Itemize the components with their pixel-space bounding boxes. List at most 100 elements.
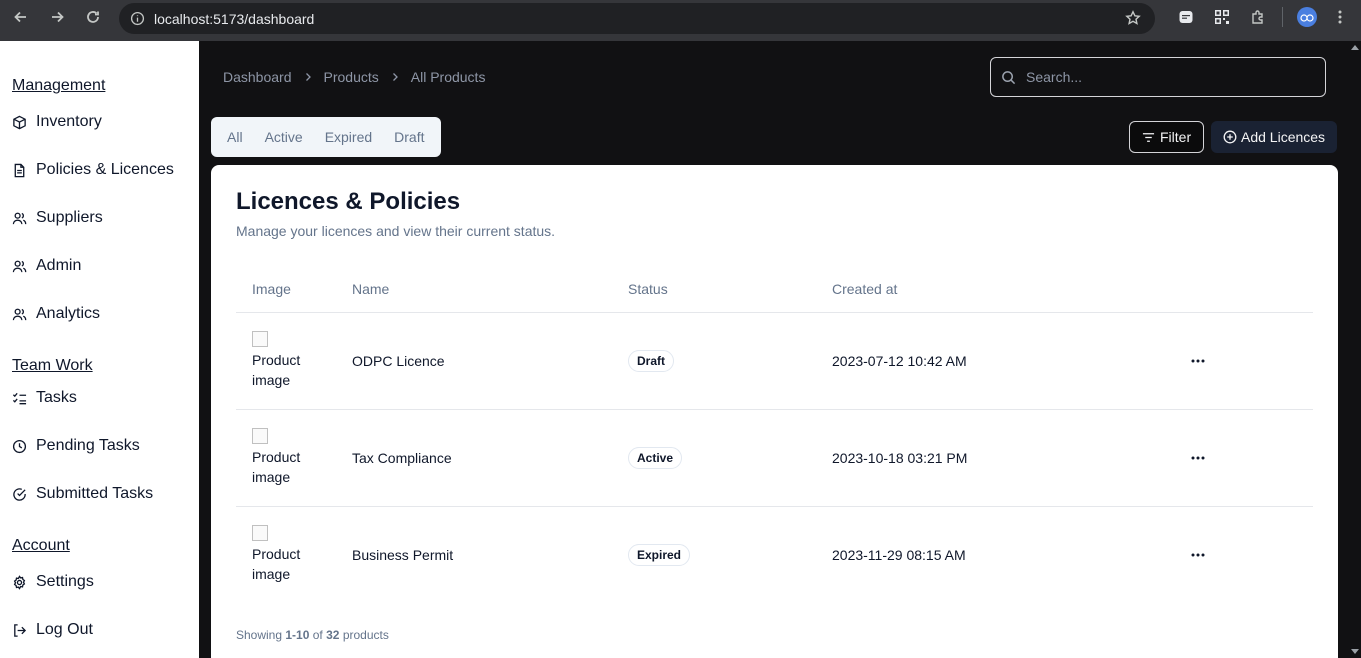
scroll-up-arrow-icon[interactable] [1351, 45, 1359, 50]
forward-icon[interactable] [39, 0, 75, 34]
row-actions-icon[interactable] [1188, 353, 1208, 369]
tab-all[interactable]: All [216, 122, 254, 152]
site-info-icon[interactable] [120, 11, 154, 26]
add-licences-label: Add Licences [1241, 129, 1326, 145]
tab-expired[interactable]: Expired [314, 122, 383, 152]
row-created-at: 2023-11-29 08:15 AM [832, 547, 966, 563]
licences-card: Licences & Policies Manage your licences… [211, 165, 1338, 658]
sidebar-item-label: Analytics [36, 305, 101, 322]
pagination-total: 32 [326, 628, 340, 642]
tab-draft[interactable]: Draft [383, 122, 435, 152]
breadcrumb-dashboard[interactable]: Dashboard [223, 69, 292, 85]
profile-avatar[interactable] [1289, 5, 1325, 29]
row-name: Tax Compliance [352, 450, 452, 466]
tab-active[interactable]: Active [254, 122, 314, 152]
row-name: Business Permit [352, 547, 454, 563]
scroll-down-arrow-icon[interactable] [1351, 649, 1359, 654]
row-created-at: 2023-10-18 03:21 PM [832, 450, 968, 466]
row-actions-icon[interactable] [1188, 547, 1208, 563]
section-title-management: Management [12, 77, 106, 94]
filter-button[interactable]: Filter [1129, 121, 1205, 153]
sidebar-item-submitted-tasks[interactable]: Submitted Tasks [12, 482, 153, 506]
filter-label: Filter [1160, 129, 1192, 145]
main-content: Dashboard Products All Products All Acti… [199, 41, 1361, 658]
status-tabs: All Active Expired Draft [211, 117, 441, 157]
status-badge: Draft [628, 350, 675, 372]
sidebar-item-pending-tasks[interactable]: Pending Tasks [12, 434, 140, 458]
pagination-range: 1-10 [285, 628, 310, 642]
sidebar-item-policies[interactable]: Policies & Licences [12, 158, 174, 182]
card-subtitle: Manage your licences and view their curr… [236, 223, 556, 239]
column-header-name: Name [352, 281, 390, 297]
document-icon [14, 163, 25, 177]
check-circle-icon [13, 487, 26, 501]
plus-circle-icon [1223, 130, 1237, 144]
sidebar-item-logout[interactable]: Log Out [12, 618, 93, 642]
extensions-area [1168, 5, 1355, 29]
status-badge: Expired [628, 544, 691, 566]
clock-icon [12, 439, 27, 453]
checklist-icon [12, 392, 27, 404]
row-actions-icon[interactable] [1188, 450, 1208, 466]
sidebar: Management Inventory Policies & Licences… [0, 41, 199, 658]
filter-icon [1142, 132, 1155, 142]
gear-icon [13, 574, 26, 590]
product-image: Product image [252, 330, 312, 390]
users-icon [12, 212, 27, 224]
sidebar-item-label: Tasks [36, 389, 77, 406]
back-icon[interactable] [3, 0, 39, 34]
column-header-status: Status [628, 281, 668, 297]
breadcrumb-products[interactable]: Products [324, 69, 379, 85]
bookmark-star-icon[interactable] [1125, 10, 1141, 31]
section-title-account: Account [12, 537, 70, 554]
sidebar-item-tasks[interactable]: Tasks [12, 386, 77, 410]
chevron-right-icon [391, 72, 399, 82]
reload-icon[interactable] [75, 0, 111, 34]
sidebar-item-label: Admin [36, 257, 82, 274]
product-image: Product image [252, 427, 312, 487]
status-badge: Active [628, 447, 683, 469]
logout-icon [14, 623, 27, 637]
sidebar-item-inventory[interactable]: Inventory [12, 110, 102, 134]
qr-code-icon[interactable] [1204, 5, 1240, 29]
sidebar-item-label: Inventory [36, 113, 102, 130]
search-input[interactable] [1026, 69, 1306, 85]
search-box [990, 57, 1326, 97]
sidebar-item-analytics[interactable]: Analytics [12, 302, 100, 326]
broken-image-icon [252, 331, 268, 347]
chevron-right-icon [304, 72, 312, 82]
search-icon [1002, 70, 1016, 84]
sidebar-item-label: Suppliers [36, 209, 103, 226]
sidebar-item-label: Pending Tasks [36, 437, 140, 454]
toolbar-divider [1282, 7, 1283, 27]
breadcrumb-all-products: All Products [410, 69, 486, 85]
url-text: localhost:5173/dashboard [154, 10, 315, 27]
users-icon [12, 308, 27, 320]
sidebar-item-label: Submitted Tasks [36, 485, 154, 502]
sidebar-item-settings[interactable]: Settings [12, 570, 94, 594]
product-image: Product image [252, 524, 312, 584]
broken-image-icon [252, 525, 268, 541]
add-licences-button[interactable]: Add Licences [1211, 121, 1338, 153]
puzzle-extensions-icon[interactable] [1240, 5, 1276, 29]
sidebar-item-label: Policies & Licences [36, 161, 174, 178]
page-scrollbar[interactable] [1349, 41, 1361, 658]
users-icon [12, 260, 27, 272]
section-title-team-work: Team Work [12, 357, 93, 374]
sidebar-item-label: Settings [36, 573, 94, 590]
table-row: Product image ODPC Licence Draft 2023-07… [236, 313, 1313, 410]
table-row: Product image Tax Compliance Active 2023… [236, 410, 1313, 507]
address-bar[interactable]: localhost:5173/dashboard [119, 3, 1155, 34]
column-header-created-at: Created at [832, 281, 898, 297]
column-header-image: Image [252, 281, 291, 297]
sidebar-item-suppliers[interactable]: Suppliers [12, 206, 103, 230]
row-name: ODPC Licence [352, 353, 445, 369]
table-row: Product image Business Permit Expired 20… [236, 507, 1313, 604]
chat-extension-icon[interactable] [1168, 5, 1204, 29]
package-icon [13, 115, 26, 129]
browser-menu-icon[interactable] [1325, 9, 1355, 25]
sidebar-item-admin[interactable]: Admin [12, 254, 81, 278]
pagination-summary: Showing 1-10 of 32 products [236, 628, 389, 642]
browser-toolbar: localhost:5173/dashboard [0, 0, 1361, 41]
table-header: Image Name Status Created at [236, 271, 1313, 313]
